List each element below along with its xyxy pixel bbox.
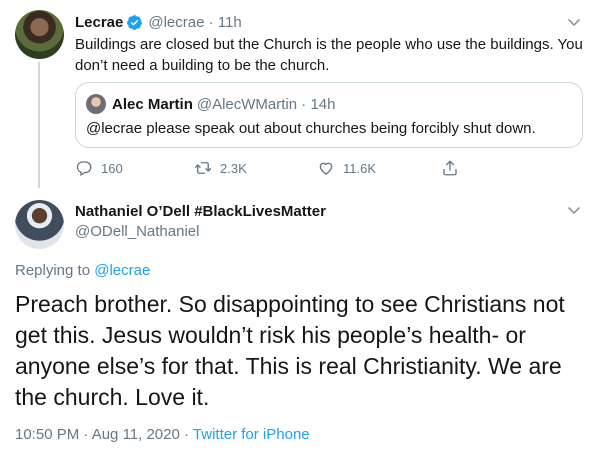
- avatar: [86, 94, 106, 114]
- thread-connector-line: [38, 62, 40, 188]
- chevron-down-icon[interactable]: [566, 14, 582, 30]
- chevron-down-icon[interactable]: [566, 202, 582, 218]
- replying-to-link[interactable]: @lecrae: [94, 262, 150, 279]
- quoted-author-handle: @AlecWMartin · 14h: [196, 95, 336, 113]
- share-button[interactable]: [441, 158, 467, 178]
- reply-button[interactable]: 160: [75, 158, 123, 178]
- heart-icon: [319, 162, 333, 175]
- tweet-actions: 160 2.3K 11.6K: [75, 158, 495, 178]
- like-count: 11.6K: [343, 160, 377, 176]
- tweet-header: Lecrae @lecrae · 11h: [75, 12, 242, 32]
- retweet-icon: [194, 162, 212, 174]
- reply-icon: [76, 161, 92, 176]
- focused-tweet: Nathaniel O’Dell #BlackLivesMatter @ODel…: [0, 192, 602, 464]
- reply-count: 160: [101, 160, 123, 176]
- tweet-text: Buildings are closed but the Church is t…: [75, 36, 583, 74]
- quoted-author-name: Alec Martin: [112, 95, 193, 113]
- timestamp[interactable]: 10:50 PM · Aug 11, 2020: [15, 426, 180, 443]
- like-button[interactable]: 11.6K: [317, 158, 376, 178]
- author-name[interactable]: Nathaniel O’Dell #BlackLivesMatter: [75, 203, 326, 220]
- retweet-count: 2.3K: [220, 160, 247, 176]
- quoted-tweet-header: Alec Martin @AlecWMartin · 14h: [86, 94, 335, 114]
- replying-to: Replying to @lecrae: [15, 262, 151, 279]
- share-icon: [443, 160, 457, 176]
- author-name[interactable]: Lecrae: [75, 14, 123, 31]
- author-handle[interactable]: @ODell_Nathaniel: [75, 223, 199, 240]
- tweet-text: Preach brother. So disappointing to see …: [15, 291, 565, 410]
- tweet-meta: 10:50 PM · Aug 11, 2020 · Twitter for iP…: [15, 426, 310, 443]
- source-link[interactable]: Twitter for iPhone: [193, 426, 310, 443]
- verified-badge-icon: [126, 14, 143, 31]
- parent-tweet[interactable]: Lecrae @lecrae · 11h Buildings are close…: [0, 0, 602, 192]
- quoted-tweet[interactable]: Alec Martin @AlecWMartin · 14h @lecrae p…: [75, 82, 583, 148]
- avatar[interactable]: [15, 10, 64, 59]
- author-handle[interactable]: @lecrae · 11h: [148, 14, 241, 31]
- quoted-tweet-text: @lecrae please speak out about churches …: [86, 120, 536, 137]
- retweet-button[interactable]: 2.3K: [194, 158, 247, 178]
- avatar[interactable]: [15, 200, 64, 249]
